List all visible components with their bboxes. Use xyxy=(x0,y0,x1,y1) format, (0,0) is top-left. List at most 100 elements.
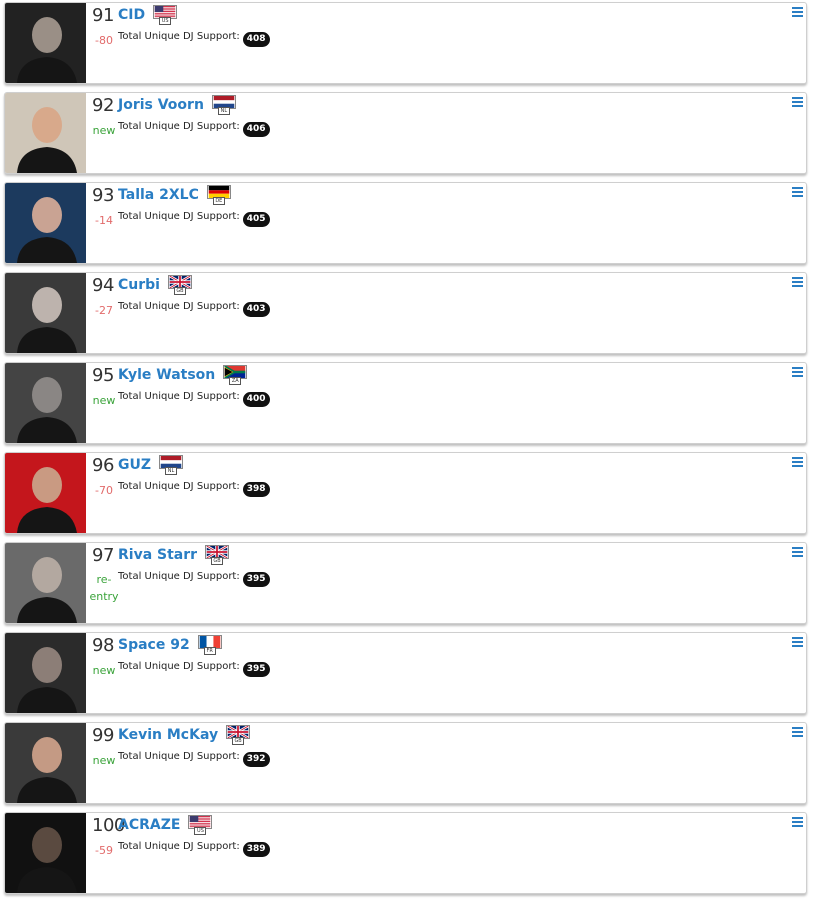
menu-icon[interactable] xyxy=(792,187,803,198)
country-code: ZA xyxy=(229,377,242,385)
artist-photo[interactable] xyxy=(5,633,86,713)
rank-change: -59 xyxy=(95,844,113,857)
artist-card: 96 GUZ NL -70 Total Unique DJ Support: 398 xyxy=(4,452,807,534)
support-label: Total Unique DJ Support: xyxy=(118,751,240,762)
artist-photo[interactable] xyxy=(5,93,86,173)
menu-icon[interactable] xyxy=(792,277,803,288)
country-flag-icon: NL xyxy=(211,95,236,115)
menu-icon[interactable] xyxy=(792,367,803,378)
support-label: Total Unique DJ Support: xyxy=(118,841,240,852)
dj-support: Total Unique DJ Support: 389 xyxy=(118,841,270,857)
rank-change: -70 xyxy=(95,484,113,497)
artist-photo[interactable] xyxy=(5,183,86,263)
artist-card: 95 Kyle Watson ZA new Total Unique DJ Suppo… xyxy=(4,362,807,444)
artist-card: 91 CID US -80 Total Unique DJ Support: 408 xyxy=(4,2,807,84)
menu-icon[interactable] xyxy=(792,457,803,468)
support-count-badge: 395 xyxy=(242,662,270,677)
support-count-badge: 395 xyxy=(242,572,270,587)
rank-change: new xyxy=(92,394,116,407)
country-flag-icon: GB xyxy=(167,275,192,295)
support-count-badge: 403 xyxy=(242,302,270,317)
rank-change: new xyxy=(92,664,116,677)
dj-support: Total Unique DJ Support: 395 xyxy=(118,571,270,587)
artist-name-link[interactable]: Space 92 xyxy=(118,637,190,653)
artist-name-link[interactable]: Joris Voorn xyxy=(118,97,204,113)
artist-card: 100 ACRAZE US -59 Total Unique DJ Support: 38… xyxy=(4,812,807,894)
artist-name-link[interactable]: Talla 2XLC xyxy=(118,187,199,203)
country-code: GB xyxy=(211,557,224,565)
artist-card: 97 Riva Starr GB re- entry Total Unique DJ … xyxy=(4,542,807,624)
rank-change: re- entry xyxy=(89,573,119,603)
support-label: Total Unique DJ Support: xyxy=(118,31,240,42)
support-count-badge: 400 xyxy=(242,392,270,407)
rank-change: new xyxy=(92,124,116,137)
rank-number: 91 xyxy=(92,5,114,26)
dj-support: Total Unique DJ Support: 405 xyxy=(118,211,270,227)
support-label: Total Unique DJ Support: xyxy=(118,481,240,492)
country-flag-icon: ZA xyxy=(223,365,248,385)
menu-icon[interactable] xyxy=(792,637,803,648)
country-code: GB xyxy=(232,737,245,745)
rank-number: 93 xyxy=(92,185,114,206)
country-code: US xyxy=(194,827,207,835)
support-count-badge: 408 xyxy=(242,32,270,47)
country-flag-icon: GB xyxy=(226,725,251,745)
artist-photo[interactable] xyxy=(5,363,86,443)
artist-photo[interactable] xyxy=(5,453,86,533)
dj-support: Total Unique DJ Support: 392 xyxy=(118,751,270,767)
artist-name-link[interactable]: GUZ xyxy=(118,457,151,473)
rank-number: 95 xyxy=(92,365,114,386)
artist-name-link[interactable]: Kevin McKay xyxy=(118,727,218,743)
artist-photo[interactable] xyxy=(5,273,86,353)
support-count-badge: 405 xyxy=(242,212,270,227)
rank-change: new xyxy=(92,754,116,767)
country-flag-icon: US xyxy=(188,815,213,835)
rank-change: -80 xyxy=(95,34,113,47)
dj-support: Total Unique DJ Support: 398 xyxy=(118,481,270,497)
dj-support: Total Unique DJ Support: 403 xyxy=(118,301,270,317)
artist-card: 99 Kevin McKay GB new Total Unique DJ Suppo… xyxy=(4,722,807,804)
artist-card: 98 Space 92 FR new Total Unique DJ Support: 3… xyxy=(4,632,807,714)
artist-card: 93 Talla 2XLC DE -14 Total Unique DJ Support… xyxy=(4,182,807,264)
support-label: Total Unique DJ Support: xyxy=(118,211,240,222)
rank-change: -27 xyxy=(95,304,113,317)
menu-icon[interactable] xyxy=(792,817,803,828)
rank-number: 97 xyxy=(92,545,114,566)
country-code: NL xyxy=(165,467,178,475)
country-flag-icon: NL xyxy=(159,455,184,475)
country-flag-icon: FR xyxy=(197,635,222,655)
artist-card: 92 Joris Voorn NL new Total Unique DJ Suppor… xyxy=(4,92,807,174)
artist-name-link[interactable]: Kyle Watson xyxy=(118,367,215,383)
artist-name-link[interactable]: ACRAZE xyxy=(118,817,180,833)
rank-number: 96 xyxy=(92,455,114,476)
artist-name-link[interactable]: Curbi xyxy=(118,277,160,293)
dj-support: Total Unique DJ Support: 395 xyxy=(118,661,270,677)
country-flag-icon: GB xyxy=(205,545,230,565)
country-code: US xyxy=(159,17,172,25)
support-label: Total Unique DJ Support: xyxy=(118,571,240,582)
menu-icon[interactable] xyxy=(792,727,803,738)
rank-number: 94 xyxy=(92,275,114,296)
menu-icon[interactable] xyxy=(792,7,803,18)
artist-name-link[interactable]: CID xyxy=(118,7,145,23)
artist-name-link[interactable]: Riva Starr xyxy=(118,547,197,563)
country-flag-icon: US xyxy=(153,5,178,25)
artist-photo[interactable] xyxy=(5,813,86,893)
country-code: FR xyxy=(203,647,216,655)
support-label: Total Unique DJ Support: xyxy=(118,301,240,312)
artist-photo[interactable] xyxy=(5,723,86,803)
support-count-badge: 392 xyxy=(242,752,270,767)
support-count-badge: 398 xyxy=(242,482,270,497)
dj-support: Total Unique DJ Support: 400 xyxy=(118,391,270,407)
country-code: GB xyxy=(173,287,186,295)
artist-photo[interactable] xyxy=(5,3,86,83)
dj-support: Total Unique DJ Support: 408 xyxy=(118,31,270,47)
menu-icon[interactable] xyxy=(792,547,803,558)
dj-support: Total Unique DJ Support: 406 xyxy=(118,121,270,137)
country-flag-icon: DE xyxy=(206,185,231,205)
artist-photo[interactable] xyxy=(5,543,86,623)
menu-icon[interactable] xyxy=(792,97,803,108)
country-code: DE xyxy=(212,197,225,205)
dj-ranking-list: 91 CID US -80 Total Unique DJ Support: 408 92… xyxy=(0,0,815,899)
artist-card: 94 Curbi GB -27 Total Unique DJ Support: 403 xyxy=(4,272,807,354)
